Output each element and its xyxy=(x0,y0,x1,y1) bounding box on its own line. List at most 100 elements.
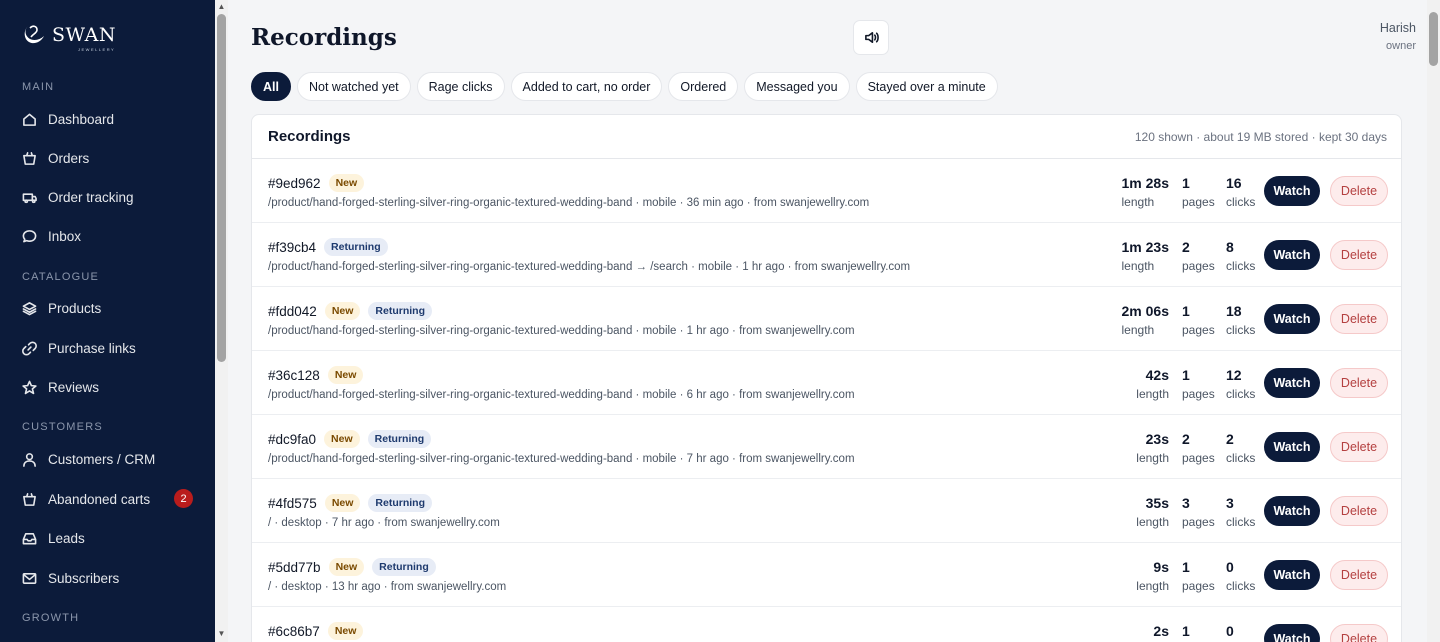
watch-button[interactable]: Watch xyxy=(1264,496,1320,526)
watch-button[interactable]: Watch xyxy=(1264,560,1320,590)
recording-id-group: #dc9fa0 New Returning xyxy=(268,430,432,448)
pages-value: 1 xyxy=(1182,367,1190,383)
clicks-label: clicks xyxy=(1226,579,1256,593)
sidebar-item-reviews[interactable]: Reviews xyxy=(22,375,197,399)
length-value: 2s xyxy=(1153,623,1169,639)
pages-value: 1 xyxy=(1182,303,1190,319)
pages-value: 1 xyxy=(1182,623,1190,639)
table-row[interactable]: #6c86b7 New 2slength 1pages 0clicks Watch Dele… xyxy=(252,607,1401,642)
filter-messaged[interactable]: Messaged you xyxy=(744,72,850,101)
watch-button[interactable]: Watch xyxy=(1264,304,1320,334)
length-value: 1m 28s xyxy=(1121,175,1169,191)
sidebar-item-label: Purchase links xyxy=(48,340,136,356)
filter-rage-clicks[interactable]: Rage clicks xyxy=(416,72,505,101)
delete-button[interactable]: Delete xyxy=(1330,176,1388,206)
watch-button[interactable]: Watch xyxy=(1264,240,1320,270)
recording-path: /product/hand-forged-sterling-silver-rin… xyxy=(268,389,855,401)
table-row[interactable]: #fdd042 New Returning/product/hand-forged-… xyxy=(252,287,1401,351)
sidebar-item-abandoned-carts[interactable]: Abandoned carts 2 xyxy=(22,487,197,511)
recording-id: #fdd042 xyxy=(268,303,317,319)
clicks-value: 18 xyxy=(1226,303,1242,319)
sidebar-scroll-thumb[interactable] xyxy=(217,14,226,362)
watch-button[interactable]: Watch xyxy=(1264,624,1320,642)
recording-path: / · desktop · 13 hr ago · from swanjewel… xyxy=(268,581,507,593)
length-value: 35s xyxy=(1145,495,1169,511)
returning-badge: Returning xyxy=(368,302,432,320)
recording-id: #f39cb4 xyxy=(268,239,317,255)
sidebar-item-inbox[interactable]: Inbox xyxy=(22,224,197,248)
table-row[interactable]: #36c128 New/product/hand-forged-sterling-… xyxy=(252,351,1401,415)
clicks-value: 3 xyxy=(1226,495,1234,511)
brand-name: SWAN xyxy=(52,24,116,46)
length-value: 9s xyxy=(1153,559,1169,575)
delete-button[interactable]: Delete xyxy=(1330,624,1388,642)
page-title: Recordings xyxy=(251,24,397,51)
length-value: 2m 06s xyxy=(1121,303,1169,319)
watch-button[interactable]: Watch xyxy=(1264,176,1320,206)
sidebar-item-label: Order tracking xyxy=(48,189,134,205)
filter-added-to-cart[interactable]: Added to cart, no order xyxy=(510,72,663,101)
pages-value: 2 xyxy=(1182,431,1190,447)
delete-button[interactable]: Delete xyxy=(1330,496,1388,526)
sidebar-item-label: Customers / CRM xyxy=(48,451,156,467)
pages-label: pages xyxy=(1182,515,1215,529)
pages-stat: 1pages xyxy=(1182,303,1215,337)
length-stat: 2m 06s length xyxy=(1122,303,1169,337)
page-scroll-thumb[interactable] xyxy=(1429,12,1438,66)
layers-icon xyxy=(22,301,37,315)
page-scrollbar[interactable] xyxy=(1427,0,1440,642)
length-label: length xyxy=(1136,387,1169,401)
table-row[interactable]: #f39cb4 Returning/product/hand-forged-ste… xyxy=(252,223,1401,287)
table-row[interactable]: #9ed962 New/product/hand-forged-sterling-… xyxy=(252,159,1401,223)
table-row[interactable]: #4fd575 New Returning / · desktop · 7 hr ag… xyxy=(252,479,1401,543)
delete-button[interactable]: Delete xyxy=(1330,560,1388,590)
clicks-label: clicks xyxy=(1226,259,1256,273)
recording-id: #9ed962 xyxy=(268,175,321,191)
scroll-up-arrow-icon[interactable]: ▲ xyxy=(217,3,226,11)
delete-button[interactable]: Delete xyxy=(1330,304,1388,334)
table-row[interactable]: #dc9fa0 New Returning/product/hand-forged-… xyxy=(252,415,1401,479)
sidebar-item-subscribers[interactable]: Subscribers xyxy=(22,566,197,590)
new-badge: New xyxy=(328,558,365,576)
sidebar-item-customers-crm[interactable]: Customers / CRM xyxy=(22,447,197,471)
delete-button[interactable]: Delete xyxy=(1330,368,1388,398)
sidebar-item-leads[interactable]: Leads xyxy=(22,526,197,550)
filter-ordered[interactable]: Ordered xyxy=(668,72,739,101)
section-customers: CUSTOMERS xyxy=(22,421,103,433)
sidebar-item-order-tracking[interactable]: Order tracking xyxy=(22,185,197,209)
scroll-down-arrow-icon[interactable]: ▼ xyxy=(217,630,226,638)
sidebar-item-products[interactable]: Products xyxy=(22,296,197,320)
pages-label: pages xyxy=(1182,579,1215,593)
pages-stat: 1pages xyxy=(1182,623,1215,642)
sidebar-item-purchase-links[interactable]: Purchase links xyxy=(22,336,197,360)
pages-label: pages xyxy=(1182,259,1215,273)
filter-all[interactable]: All xyxy=(251,72,291,101)
filter-not-watched[interactable]: Not watched yet xyxy=(296,72,411,101)
user-menu[interactable]: Harish owner xyxy=(1380,21,1416,52)
delete-button[interactable]: Delete xyxy=(1330,240,1388,270)
pages-label: pages xyxy=(1182,195,1215,209)
recording-path: /product/hand-forged-sterling-silver-rin… xyxy=(268,197,870,209)
watch-button[interactable]: Watch xyxy=(1264,368,1320,398)
sidebar-item-dashboard[interactable]: Dashboard xyxy=(22,107,197,131)
sound-toggle-button[interactable] xyxy=(853,20,889,55)
delete-button[interactable]: Delete xyxy=(1330,432,1388,462)
pages-label: pages xyxy=(1182,451,1215,465)
returning-badge: Returning xyxy=(372,558,436,576)
section-catalogue: CATALOGUE xyxy=(22,271,100,283)
pages-stat: 1 pages xyxy=(1182,559,1215,593)
recording-id: #5dd77b xyxy=(268,559,321,575)
watch-button[interactable]: Watch xyxy=(1264,432,1320,462)
new-badge: New xyxy=(324,430,360,448)
sidebar-item-orders[interactable]: Orders xyxy=(22,146,197,170)
filter-stayed-over-minute[interactable]: Stayed over a minute xyxy=(855,72,998,101)
pages-value: 1 xyxy=(1182,175,1190,191)
table-row[interactable]: #5dd77b New Returning / · desktop · 13 hr a… xyxy=(252,543,1401,607)
sidebar-scrollbar[interactable]: ▲ ▼ xyxy=(215,0,228,642)
section-growth: GROWTH xyxy=(22,612,80,624)
clicks-stat: 16 clicks xyxy=(1226,175,1255,209)
brand-logo[interactable]: SWAN JEWELLERY xyxy=(22,22,116,52)
sidebar-item-label: Dashboard xyxy=(48,111,115,127)
recording-id-group: #5dd77b New Returning xyxy=(268,558,436,576)
pages-value: 1 xyxy=(1182,559,1190,575)
